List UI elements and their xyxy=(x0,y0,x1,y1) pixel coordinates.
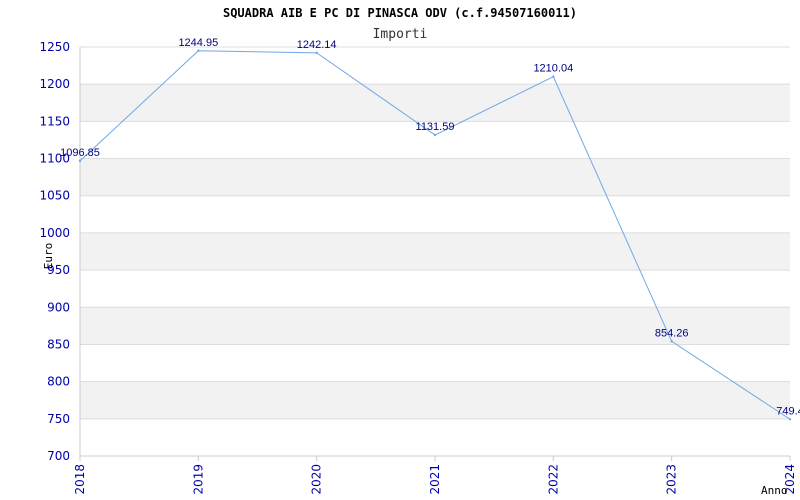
y-tick-label: 1150 xyxy=(39,114,70,128)
chart: 7007508008509009501000105011001150120012… xyxy=(39,6,800,497)
data-point xyxy=(552,75,555,78)
data-label: 1210.04 xyxy=(533,63,573,75)
data-point xyxy=(315,51,318,55)
y-axis-label: Euro xyxy=(42,243,55,270)
y-tick-label: 1000 xyxy=(39,226,70,240)
x-axis-label: Anno xyxy=(761,484,788,497)
x-tick-label: 2022 xyxy=(546,464,560,495)
grid-band xyxy=(80,381,790,419)
y-tick-label: 750 xyxy=(47,412,70,426)
y-tick-label: 700 xyxy=(47,449,70,463)
data-point xyxy=(788,418,792,421)
data-point xyxy=(670,340,673,343)
x-tick-label: 2019 xyxy=(191,464,205,495)
chart-title: SQUADRA AIB E PC DI PINASCA ODV (c.f.945… xyxy=(223,6,577,20)
data-point xyxy=(78,159,82,163)
data-label: 1242.14 xyxy=(297,39,337,51)
y-tick-label: 850 xyxy=(47,337,70,351)
x-tick-label: 2018 xyxy=(73,464,87,495)
y-tick-label: 1050 xyxy=(39,189,70,203)
data-label: 1131.59 xyxy=(416,121,455,133)
grid-band xyxy=(80,232,790,271)
y-tick-label: 900 xyxy=(47,300,70,314)
x-tick-label: 2021 xyxy=(428,464,442,495)
data-point xyxy=(433,133,437,137)
data-label: 749.4 xyxy=(776,405,800,417)
y-tick-label: 1200 xyxy=(39,77,70,91)
x-tick-label: 2020 xyxy=(310,464,324,495)
x-tick-labels: 2018 2019 2020 2021 2022 2023 2024 xyxy=(73,464,797,495)
data-label: 1096.85 xyxy=(60,147,100,159)
y-tick-label: 800 xyxy=(47,375,70,389)
chart-subtitle: Importi xyxy=(373,27,428,42)
grid-band xyxy=(80,158,790,196)
y-tick-label: 1250 xyxy=(39,40,70,54)
data-label: 1244.95 xyxy=(178,37,218,49)
data-point xyxy=(197,49,200,52)
x-tick-label: 2023 xyxy=(665,464,679,495)
data-label: 854.26 xyxy=(655,327,689,339)
grid-band xyxy=(80,84,790,122)
